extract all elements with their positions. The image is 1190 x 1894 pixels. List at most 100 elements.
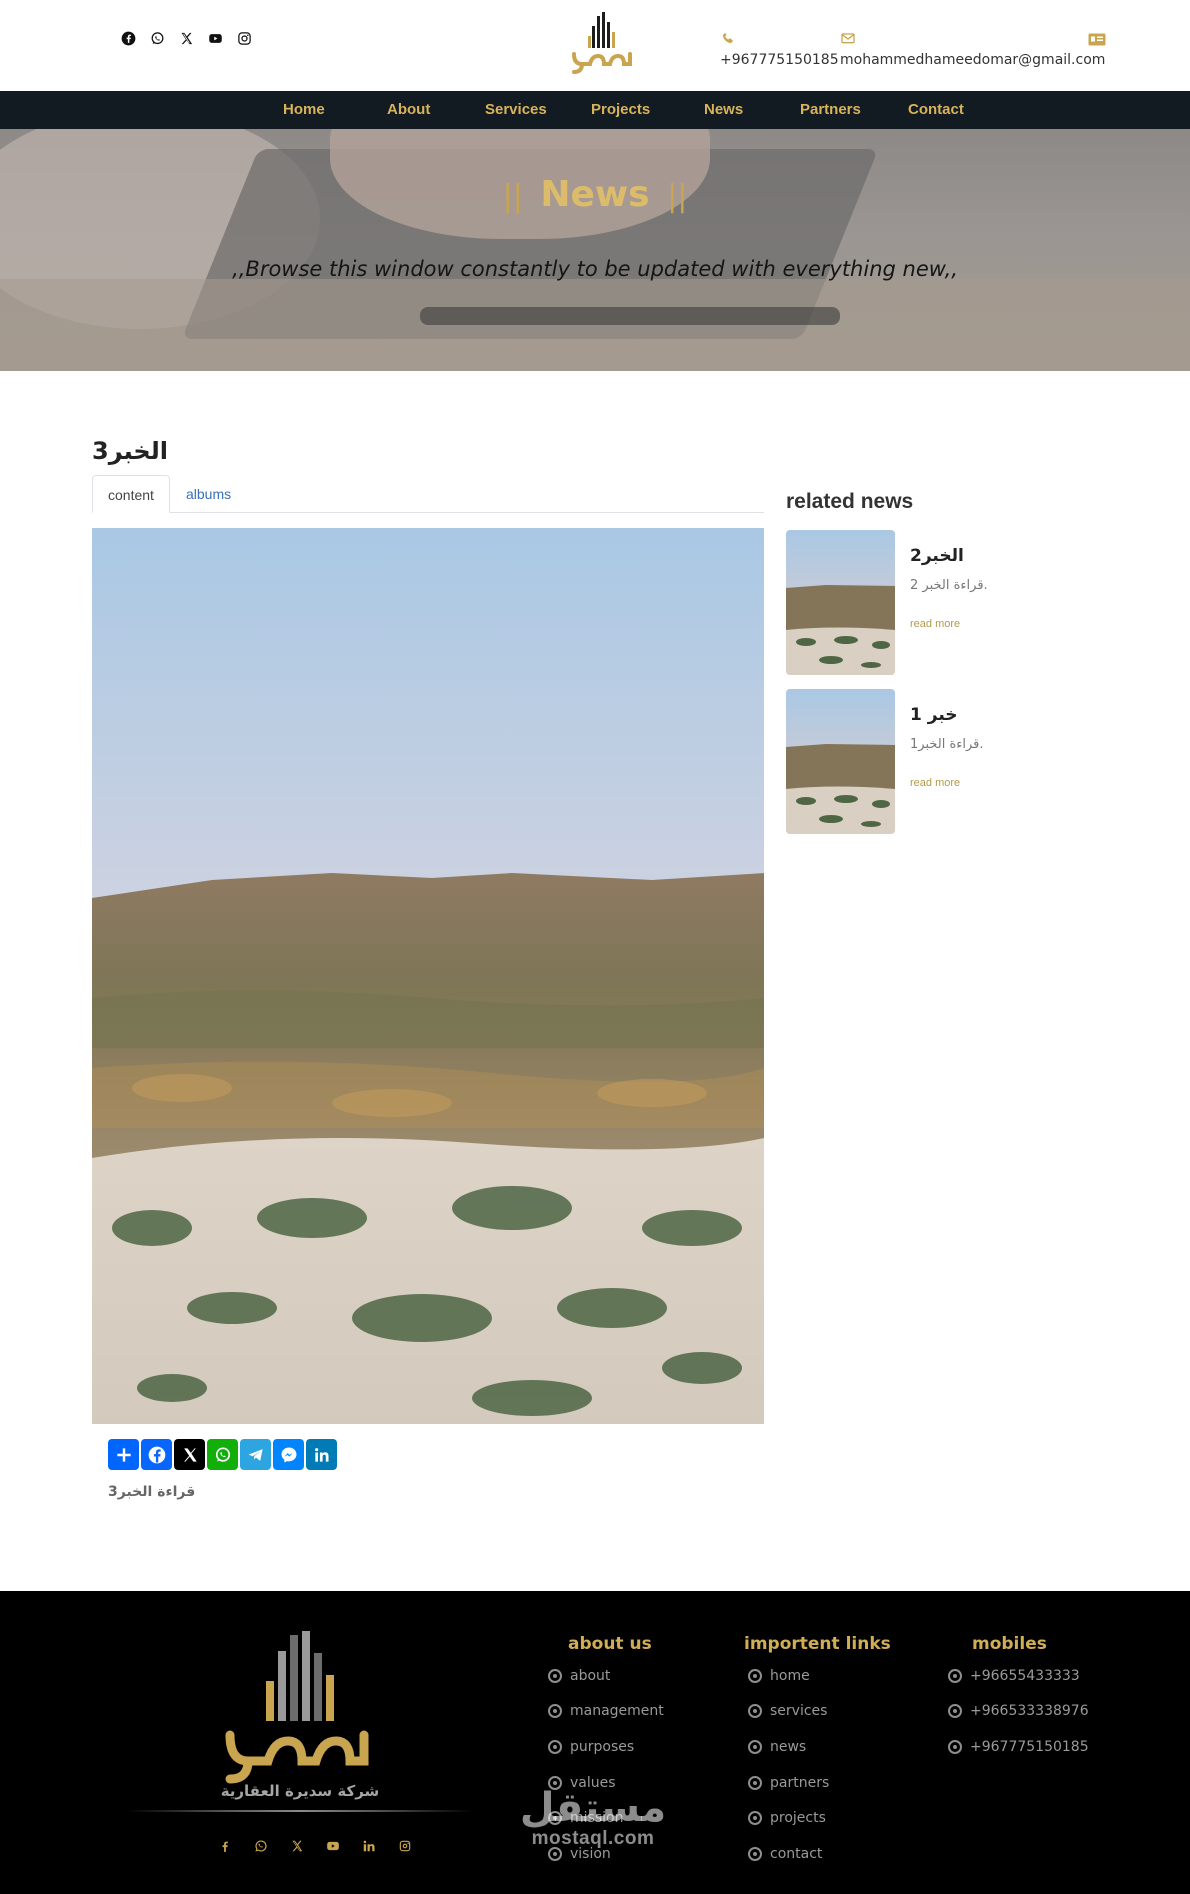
footer-link-services[interactable]: services — [748, 1694, 891, 1730]
site-logo[interactable] — [568, 10, 636, 76]
header-email[interactable]: mohammedhameedomar@gmail.com — [840, 30, 1105, 68]
footer-link-projects[interactable]: projects — [748, 1800, 891, 1836]
share-telegram-icon[interactable] — [240, 1439, 271, 1470]
related-news-item[interactable]: الخبر2 قراءة الخبر 2. read more — [786, 530, 1086, 675]
bullet-icon — [948, 1668, 962, 1683]
footer-link-label: projects — [770, 1810, 826, 1827]
footer-link-news[interactable]: news — [748, 1729, 891, 1765]
footer-link-label: contact — [770, 1845, 823, 1862]
nav-services[interactable]: Services — [485, 91, 591, 129]
whatsapp-icon[interactable] — [149, 30, 166, 47]
x-icon[interactable] — [288, 1837, 305, 1854]
share-messenger-icon[interactable] — [273, 1439, 304, 1470]
nav-home[interactable]: Home — [283, 91, 387, 129]
bullet-icon — [748, 1668, 762, 1683]
bullet-icon — [548, 1704, 562, 1719]
related-news-heading: related news — [786, 490, 914, 513]
footer-divider — [126, 1810, 474, 1812]
footer-logo[interactable]: شركة سديرة العقارية — [220, 1631, 380, 1801]
footer-link-home[interactable]: home — [748, 1658, 891, 1694]
related-news-excerpt: قراءة الخبر 2. — [910, 578, 988, 593]
footer-mobile-number[interactable]: +966533338976 — [948, 1694, 1089, 1730]
envelope-icon — [840, 30, 856, 50]
footer-link-label: partners — [770, 1774, 830, 1791]
page-hero: || News || ,,Browse this window constant… — [0, 129, 1190, 371]
share-whatsapp-icon[interactable] — [207, 1439, 238, 1470]
footer-mobile-label: +96655433333 — [970, 1667, 1080, 1684]
hero-background-laptop-base — [420, 307, 840, 325]
bullet-icon — [948, 1739, 962, 1754]
share-linkedin-icon[interactable] — [306, 1439, 337, 1470]
tab-albums[interactable]: albums — [171, 475, 246, 513]
footer-link-label: management — [570, 1703, 664, 1720]
related-news-title[interactable]: الخبر2 — [910, 546, 964, 566]
footer-mobiles-column: mobiles +96655433333 +966533338976 +9677… — [948, 1634, 1089, 1765]
bullet-icon — [748, 1775, 762, 1790]
footer-link-about[interactable]: about — [548, 1658, 664, 1694]
footer-link-purposes[interactable]: purposes — [548, 1729, 664, 1765]
youtube-icon[interactable] — [324, 1837, 341, 1854]
facebook-icon[interactable] — [216, 1837, 233, 1854]
bullet-icon — [748, 1846, 762, 1861]
nav-projects[interactable]: Projects — [591, 91, 704, 129]
tab-content[interactable]: content — [92, 475, 170, 513]
nav-about[interactable]: About — [387, 91, 485, 129]
footer-logo-caption: شركة سديرة العقارية — [221, 1782, 380, 1800]
share-facebook-icon[interactable] — [141, 1439, 172, 1470]
page-title: || News || — [0, 174, 1190, 215]
header-phone-text: +967775150185 — [720, 52, 839, 68]
youtube-icon[interactable] — [207, 30, 224, 47]
related-news-title[interactable]: خبر 1 — [910, 705, 958, 725]
header-email-text: mohammedhameedomar@gmail.com — [840, 52, 1106, 68]
id-card-icon[interactable] — [1088, 33, 1106, 46]
footer-about-heading: about us — [568, 1634, 652, 1654]
article-caption: قراءة الخبر3 — [108, 1484, 196, 1500]
bullet-icon — [748, 1739, 762, 1754]
watermark-english: mostaql.com — [531, 1828, 655, 1849]
bullet-icon — [948, 1704, 962, 1719]
instagram-icon[interactable] — [396, 1837, 413, 1854]
linkedin-icon[interactable] — [360, 1837, 377, 1854]
article-tabs: content albums — [92, 475, 764, 513]
read-more-link[interactable]: read more — [910, 777, 960, 789]
footer-link-partners[interactable]: partners — [748, 1765, 891, 1801]
nav-partners[interactable]: Partners — [800, 91, 908, 129]
share-x-icon[interactable] — [174, 1439, 205, 1470]
footer-link-label: services — [770, 1703, 828, 1720]
x-icon[interactable] — [178, 30, 195, 47]
footer-link-label: about — [570, 1667, 611, 1684]
footer-link-contact[interactable]: contact — [748, 1836, 891, 1872]
bullet-icon — [548, 1739, 562, 1754]
whatsapp-icon[interactable] — [252, 1837, 269, 1854]
related-news-thumbnail[interactable] — [786, 689, 895, 834]
footer-important-links-column: importent links home services news partn… — [744, 1634, 891, 1872]
share-buttons — [108, 1439, 337, 1470]
footer-mobile-number[interactable]: +96655433333 — [948, 1658, 1089, 1694]
facebook-icon[interactable] — [120, 30, 137, 47]
article-title: الخبر3 — [92, 437, 168, 465]
related-news-item[interactable]: خبر 1 قراءة الخبر1. read more — [786, 689, 1086, 834]
article-image — [92, 528, 764, 1424]
footer-link-label: purposes — [570, 1738, 635, 1755]
footer-social-links — [216, 1837, 413, 1854]
title-ornament-left-icon: || — [502, 179, 533, 214]
read-more-link[interactable]: read more — [910, 618, 960, 630]
header-social-links — [120, 30, 253, 47]
bullet-icon — [748, 1811, 762, 1826]
instagram-icon[interactable] — [236, 30, 253, 47]
title-ornament-right-icon: || — [657, 179, 688, 214]
footer-mobile-number[interactable]: +967775150185 — [948, 1729, 1089, 1765]
top-bar: +967775150185 mohammedhameedomar@gmail.c… — [0, 0, 1190, 91]
nav-news[interactable]: News — [704, 91, 800, 129]
phone-icon — [720, 30, 736, 50]
header-phone[interactable]: +967775150185 — [720, 30, 839, 68]
main-navigation: Home About Services Projects News Partne… — [0, 91, 1190, 129]
footer-link-management[interactable]: management — [548, 1694, 664, 1730]
footer-links-heading: importent links — [744, 1634, 891, 1654]
bullet-icon — [748, 1704, 762, 1719]
share-plus-icon[interactable] — [108, 1439, 139, 1470]
nav-contact[interactable]: Contact — [908, 91, 988, 129]
related-news-thumbnail[interactable] — [786, 530, 895, 675]
watermark: مستقل mostaql.com — [518, 1788, 668, 1850]
page-title-text: News — [540, 174, 650, 215]
